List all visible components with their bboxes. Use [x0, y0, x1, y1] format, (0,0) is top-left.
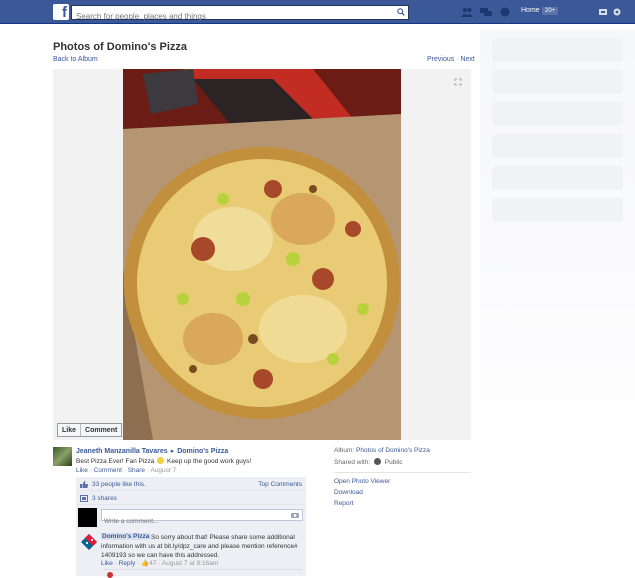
smiley-emoticon-icon [157, 457, 165, 464]
like-button[interactable]: Like [58, 424, 80, 436]
shares-count-link[interactable]: 3 shares [92, 495, 117, 502]
shared-with-row: Shared with: Public [334, 458, 471, 469]
globe-icon[interactable] [373, 458, 381, 465]
photo-action-buttons: Like Comment [57, 423, 123, 437]
post-comment-link[interactable]: Comment [94, 467, 122, 474]
post-author-line: Jeaneth Manzanilla Tavares ▸ Domino's Pizz… [76, 447, 228, 455]
divider [334, 472, 471, 473]
reply-actions: Like · Reply · 👍47 · August 7 at 8:16am [101, 560, 219, 567]
reply-reply-link[interactable]: Reply [119, 560, 136, 567]
viewer-avatar [78, 508, 97, 527]
notifications-icon[interactable] [499, 7, 511, 17]
photo-pagination: Previous · Next [427, 56, 475, 63]
comment-box[interactable] [101, 509, 303, 527]
download-link[interactable]: Download [334, 489, 363, 496]
expand-icon[interactable] [454, 78, 462, 86]
open-viewer-row: Open Photo Viewer [334, 478, 471, 489]
pagination-separator: · [456, 56, 459, 63]
home-count-badge: 20+ [541, 6, 560, 16]
likes-row: 33 people like this. Top Comments [76, 478, 306, 491]
home-link[interactable]: Home [521, 7, 540, 14]
post-timestamp[interactable]: August 7 [150, 467, 176, 474]
album-label: Album: [334, 447, 355, 454]
comment-input[interactable] [102, 516, 286, 527]
reply-like-link[interactable]: Like [101, 560, 113, 567]
report-link[interactable]: Report [334, 500, 354, 507]
post-caption: Best Pizza Ever! Fan Pizza Keep up the g… [76, 457, 251, 465]
post-like-link[interactable]: Like [76, 467, 88, 474]
top-comments-dropdown[interactable]: Top Comments [258, 481, 302, 488]
thumbs-up-icon [80, 481, 88, 488]
post-actions: Like · Comment · Share · August 7 [76, 467, 177, 474]
nested-reply-preview [104, 569, 302, 578]
shares-row: 3 shares [76, 492, 306, 505]
arrow-right-icon: ▸ [170, 448, 175, 455]
right-sidebar-blurred [480, 30, 635, 470]
next-link[interactable]: Next [460, 56, 474, 63]
facebook-logo[interactable]: f [53, 4, 69, 21]
dominos-logo-avatar[interactable] [81, 534, 97, 550]
feedback-box: 33 people like this. Top Comments 3 shar… [76, 477, 306, 578]
caption-text-end: Keep up the good work guys! [167, 458, 252, 465]
previous-link[interactable]: Previous [427, 56, 454, 63]
search-icon[interactable] [397, 8, 405, 16]
shared-with-label: Shared with: [334, 459, 371, 466]
post-share-link[interactable]: Share [128, 467, 145, 474]
author-avatar[interactable] [53, 447, 72, 466]
photo-info-panel: Album: Photos of Domino's Pizza Shared w… [334, 447, 471, 511]
messages-icon[interactable] [480, 7, 492, 17]
privacy-value[interactable]: Public [385, 459, 403, 466]
photo-stage: Like Comment [53, 69, 471, 440]
album-link[interactable]: Photos of Domino's Pizza [356, 447, 430, 454]
reply-timestamp[interactable]: August 7 at 8:16am [162, 560, 218, 567]
back-to-album-link[interactable]: Back to Album [53, 56, 98, 63]
search-box[interactable] [71, 5, 409, 23]
share-icon [80, 495, 88, 502]
friend-requests-icon[interactable] [461, 7, 473, 17]
author-name-link[interactable]: Jeaneth Manzanilla Tavares [76, 448, 168, 455]
gear-icon[interactable] [612, 7, 622, 17]
dominos-mini-avatar-icon [107, 572, 113, 578]
page-name-link[interactable]: Domino's Pizza [177, 448, 228, 455]
album-row: Album: Photos of Domino's Pizza [334, 447, 471, 458]
reply-likes-count[interactable]: 47 [149, 560, 156, 567]
report-row: Report [334, 500, 471, 511]
reply-author-link[interactable]: Domino's Pizza [101, 533, 151, 540]
pizza-photo[interactable] [123, 69, 401, 440]
top-navigation-bar: f Home 20+ [0, 0, 635, 24]
reply-like-thumb-icon: 👍 [141, 560, 150, 567]
comment-button[interactable]: Comment [80, 424, 121, 436]
open-photo-viewer-link[interactable]: Open Photo Viewer [334, 478, 390, 485]
search-input[interactable] [72, 10, 390, 23]
page-title: Photos of Domino's Pizza [53, 41, 188, 53]
camera-icon[interactable] [291, 512, 299, 518]
caption-text: Best Pizza Ever! Fan Pizza [76, 458, 155, 465]
likes-count-link[interactable]: 33 people like this. [92, 481, 146, 488]
privacy-shortcuts-icon[interactable] [598, 7, 608, 17]
download-row: Download [334, 489, 471, 500]
